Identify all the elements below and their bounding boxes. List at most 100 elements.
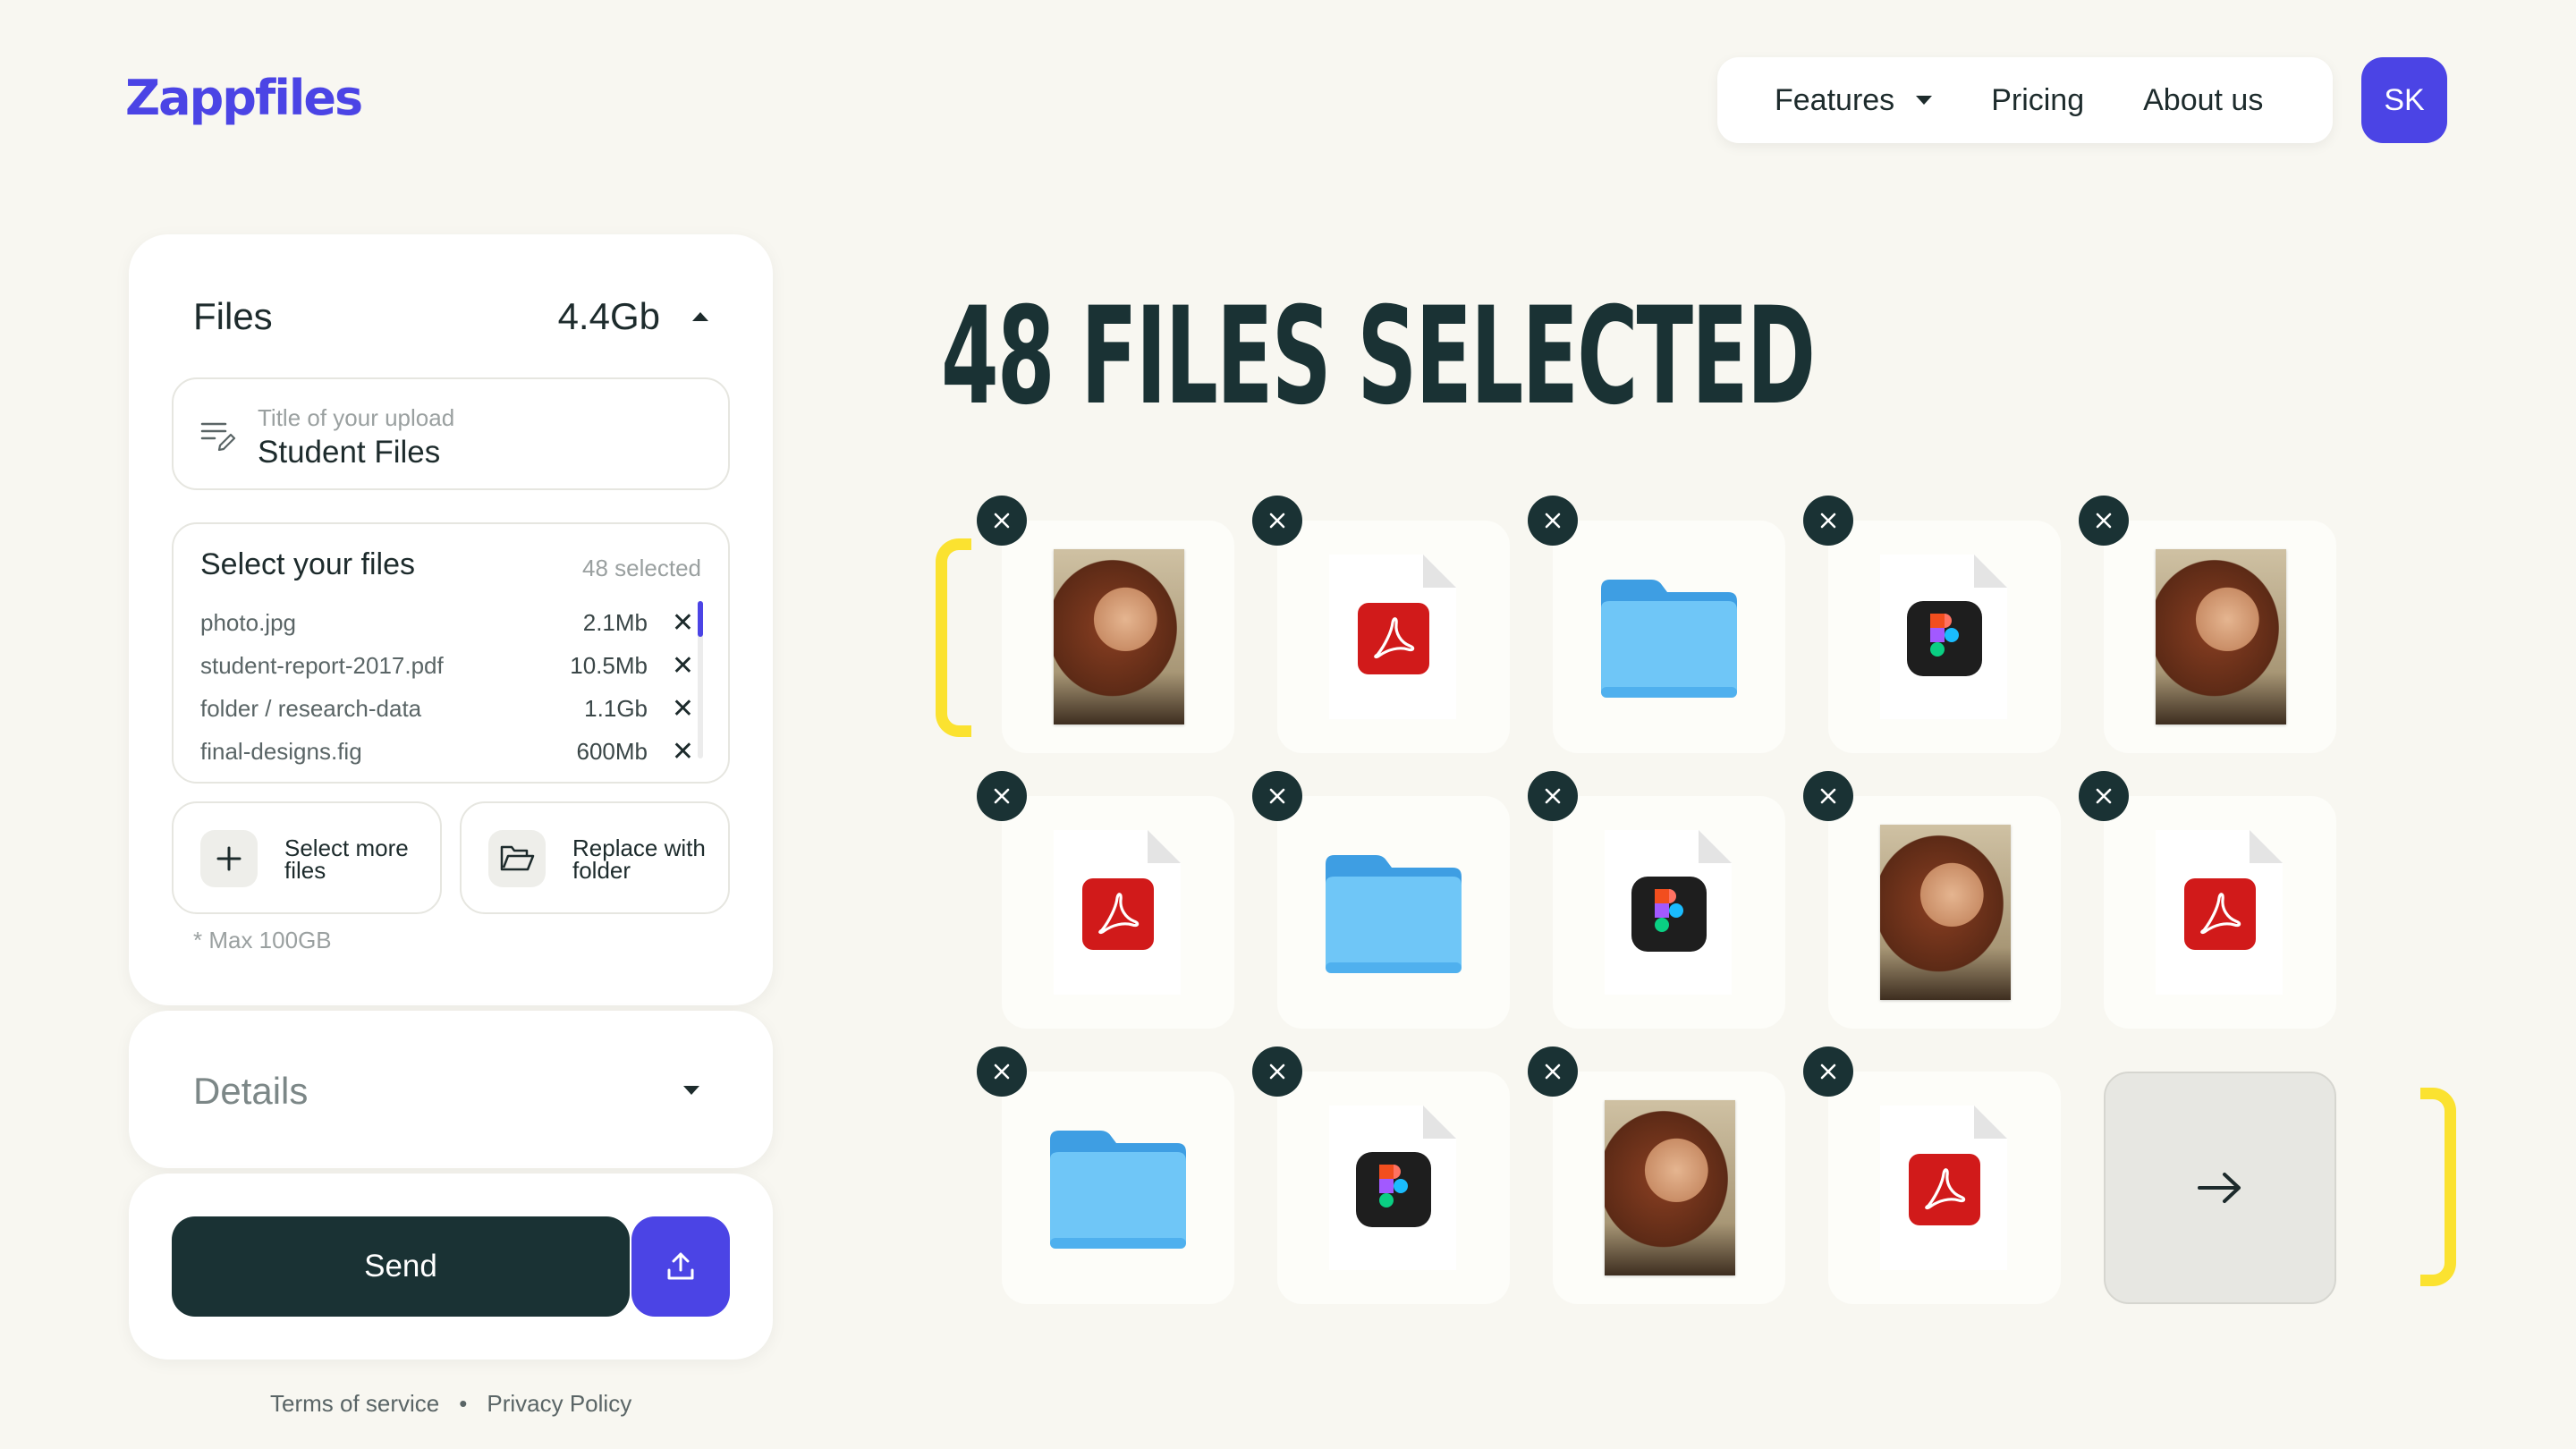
list-item: final-designs.fig 600Mb ✕: [200, 730, 694, 773]
file-tile-pdf[interactable]: [2104, 796, 2336, 1029]
remove-tile-button[interactable]: [1528, 496, 1578, 546]
pdf-icon: [1909, 1154, 1980, 1225]
files-header[interactable]: Files 4.4Gb: [193, 295, 708, 338]
file-tile-pdf[interactable]: [1277, 521, 1510, 753]
remove-tile-button[interactable]: [1803, 1046, 1853, 1097]
nav-features[interactable]: Features: [1775, 82, 1933, 118]
pdf-icon: [1082, 878, 1154, 950]
send-button[interactable]: Send: [172, 1216, 630, 1317]
select-more-files-label: Select more files: [284, 835, 409, 884]
upload-title-value[interactable]: Student Files: [258, 435, 440, 470]
chevron-up-icon[interactable]: [692, 312, 708, 321]
footer: Terms of service • Privacy Policy: [270, 1390, 631, 1418]
terms-link[interactable]: Terms of service: [270, 1390, 439, 1418]
files-panel: Files 4.4Gb Title of your upload Student…: [129, 234, 773, 1005]
remove-file-icon[interactable]: ✕: [648, 650, 694, 682]
document-fold: [1423, 1106, 1456, 1139]
avatar[interactable]: SK: [2361, 57, 2447, 143]
close-icon: [994, 1063, 1010, 1080]
close-icon: [994, 513, 1010, 529]
file-tile-folder[interactable]: [1277, 796, 1510, 1029]
replace-with-folder-label: Replace with folder: [572, 835, 706, 884]
right-bracket-decoration: [2420, 1088, 2456, 1286]
chevron-down-icon: [1916, 96, 1933, 105]
chevron-down-icon[interactable]: [683, 1086, 699, 1095]
remove-tile-button[interactable]: [1252, 496, 1302, 546]
close-icon: [1820, 1063, 1836, 1080]
file-tile-photo[interactable]: [1002, 521, 1234, 753]
next-page-button[interactable]: [2104, 1072, 2336, 1304]
logo[interactable]: Zappfiles: [125, 70, 363, 126]
upload-title-field[interactable]: Title of your upload Student Files: [172, 377, 730, 490]
remove-tile-button[interactable]: [977, 1046, 1027, 1097]
arrow-right-icon: [2198, 1173, 2241, 1203]
folder-icon: [1594, 572, 1744, 706]
replace-with-folder-button[interactable]: Replace with folder: [460, 801, 730, 914]
close-icon: [1545, 788, 1561, 804]
file-tile-figma[interactable]: [1828, 521, 2061, 753]
upload-button[interactable]: [631, 1216, 730, 1317]
nav-features-label: Features: [1775, 82, 1895, 117]
file-tile-figma[interactable]: [1553, 796, 1785, 1029]
upload-icon: [667, 1252, 694, 1280]
remove-tile-button[interactable]: [977, 771, 1027, 821]
remove-tile-button[interactable]: [1528, 1046, 1578, 1097]
remove-file-icon[interactable]: ✕: [648, 736, 694, 767]
files-total-size: 4.4Gb: [558, 295, 708, 338]
photo-thumbnail: [1054, 549, 1184, 724]
file-name: final-designs.fig: [200, 737, 362, 765]
remove-file-icon[interactable]: ✕: [648, 693, 694, 724]
file-tile-pdf[interactable]: [1828, 1072, 2061, 1304]
list-item: student-report-2017.pdf 10.5Mb ✕: [200, 644, 694, 687]
remove-tile-button[interactable]: [2079, 771, 2129, 821]
close-icon: [1545, 513, 1561, 529]
remove-tile-button[interactable]: [2079, 496, 2129, 546]
send-panel: Send: [129, 1174, 773, 1360]
file-list-box: Select your files 48 selected photo.jpg …: [172, 522, 730, 784]
remove-file-icon[interactable]: ✕: [648, 607, 694, 639]
privacy-link[interactable]: Privacy Policy: [487, 1390, 631, 1418]
nav-pricing[interactable]: Pricing: [1991, 83, 2084, 118]
edit-text-icon: [200, 419, 236, 455]
file-size: 10.5Mb: [570, 651, 648, 679]
file-list-scroll-thumb[interactable]: [698, 601, 703, 637]
document-fold: [1974, 1106, 2007, 1139]
upload-title-placeholder: Title of your upload: [258, 404, 455, 431]
figma-icon: [1356, 1152, 1431, 1227]
file-tile-photo[interactable]: [1553, 1072, 1785, 1304]
file-size: 600Mb: [576, 737, 648, 765]
list-item: photo.jpg 2.1Mb ✕: [200, 601, 694, 644]
select-more-files-button[interactable]: Select more files: [172, 801, 442, 914]
max-size-note: * Max 100GB: [193, 927, 332, 953]
nav-about[interactable]: About us: [2143, 83, 2263, 118]
file-tile-pdf[interactable]: [1002, 796, 1234, 1029]
file-tile-folder[interactable]: [1002, 1072, 1234, 1304]
remove-tile-button[interactable]: [1803, 771, 1853, 821]
close-icon: [1820, 513, 1836, 529]
details-panel[interactable]: Details: [129, 1011, 773, 1168]
photo-thumbnail: [1880, 825, 2011, 1000]
page-title: 48 FILES SELECTED: [941, 279, 1816, 435]
figma-icon: [1631, 877, 1707, 952]
list-item: folder / research-data 1.1Gb ✕: [200, 687, 694, 730]
folder-icon: [1043, 1123, 1193, 1257]
plus-icon: [200, 830, 258, 887]
file-tile-folder[interactable]: [1553, 521, 1785, 753]
folder-open-icon: [488, 830, 546, 887]
file-tile-photo[interactable]: [1828, 796, 2061, 1029]
close-icon: [2096, 513, 2112, 529]
remove-tile-button[interactable]: [1252, 771, 1302, 821]
selected-count: 48 selected: [582, 555, 701, 581]
photo-thumbnail: [1605, 1100, 1735, 1275]
file-tile-photo[interactable]: [2104, 521, 2336, 753]
remove-tile-button[interactable]: [1803, 496, 1853, 546]
close-icon: [2096, 788, 2112, 804]
close-icon: [1820, 788, 1836, 804]
file-tile-figma[interactable]: [1277, 1072, 1510, 1304]
file-name: photo.jpg: [200, 608, 296, 636]
remove-tile-button[interactable]: [1252, 1046, 1302, 1097]
remove-tile-button[interactable]: [1528, 771, 1578, 821]
close-icon: [1269, 788, 1285, 804]
top-nav: Features Pricing About us: [1717, 57, 2333, 143]
remove-tile-button[interactable]: [977, 496, 1027, 546]
